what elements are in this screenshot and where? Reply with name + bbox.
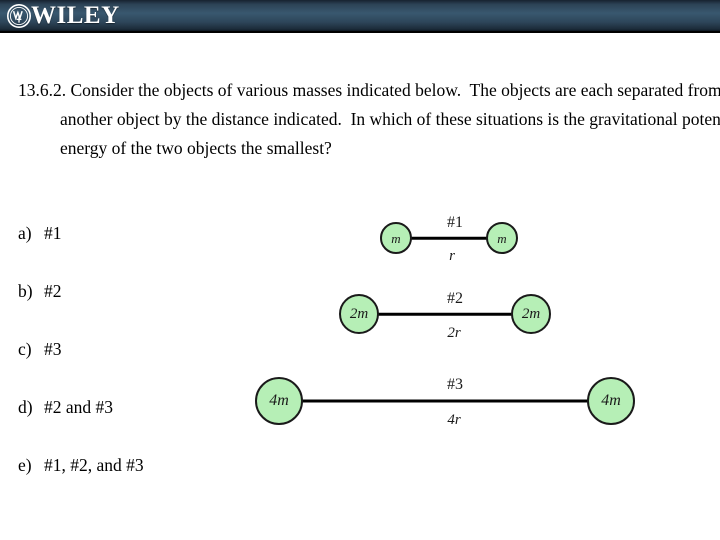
option-e[interactable]: e) #1, #2, and #3	[18, 454, 248, 512]
answer-options-list: a) #1 b) #2 c) #3 d) #2 and #3 e) #1, #2…	[18, 222, 248, 512]
option-b-letter: b)	[18, 281, 33, 301]
mass-circle-1-right: m	[486, 222, 518, 254]
mass-circle-1-left: m	[380, 222, 412, 254]
question-text: 13.6.2. Consider the objects of various …	[18, 80, 720, 158]
diagram-1-bottom-label: r	[449, 248, 455, 264]
option-c-text: #3	[44, 339, 62, 359]
option-c-letter: c)	[18, 339, 32, 359]
option-c[interactable]: c) #3	[18, 338, 248, 396]
option-a-text: #1	[44, 223, 62, 243]
brand-name: WILEY	[31, 2, 120, 29]
mass-diagram-2: 2m 2m #2 2r	[335, 288, 551, 341]
diagram-3-top-label: #3	[447, 376, 463, 393]
option-d-text: #2 and #3	[44, 397, 114, 417]
option-e-text: #1, #2, and #3	[44, 455, 144, 475]
option-a[interactable]: a) #1	[18, 222, 248, 280]
option-b-text: #2	[44, 281, 62, 301]
diagram-3-bottom-label: 4r	[447, 412, 461, 428]
option-d-letter: d)	[18, 397, 33, 417]
option-e-letter: e)	[18, 455, 32, 475]
option-a-letter: a)	[18, 223, 32, 243]
mass-circle-3-right: 4m	[587, 377, 635, 425]
wiley-header-bar: WILEY	[0, 0, 720, 33]
separation-line-1	[410, 236, 488, 240]
separation-line-2	[373, 312, 513, 316]
option-b[interactable]: b) #2	[18, 280, 248, 338]
wiley-monogram-icon	[6, 3, 32, 29]
brand-logo: WILEY	[6, 1, 120, 31]
diagram-2-bottom-label: 2r	[447, 325, 461, 341]
diagram-1-top-label: #1	[447, 214, 463, 231]
mass-circle-3-left: 4m	[255, 377, 303, 425]
mass-circle-2-left: 2m	[339, 294, 379, 334]
separation-line-3	[301, 399, 589, 403]
mass-diagram-3: 4m 4m #3 4r	[253, 373, 635, 429]
mass-diagram-1: m m #1 r	[380, 212, 518, 264]
diagram-2-top-label: #2	[447, 290, 463, 307]
option-d[interactable]: d) #2 and #3	[18, 396, 248, 454]
mass-circle-2-right: 2m	[511, 294, 551, 334]
